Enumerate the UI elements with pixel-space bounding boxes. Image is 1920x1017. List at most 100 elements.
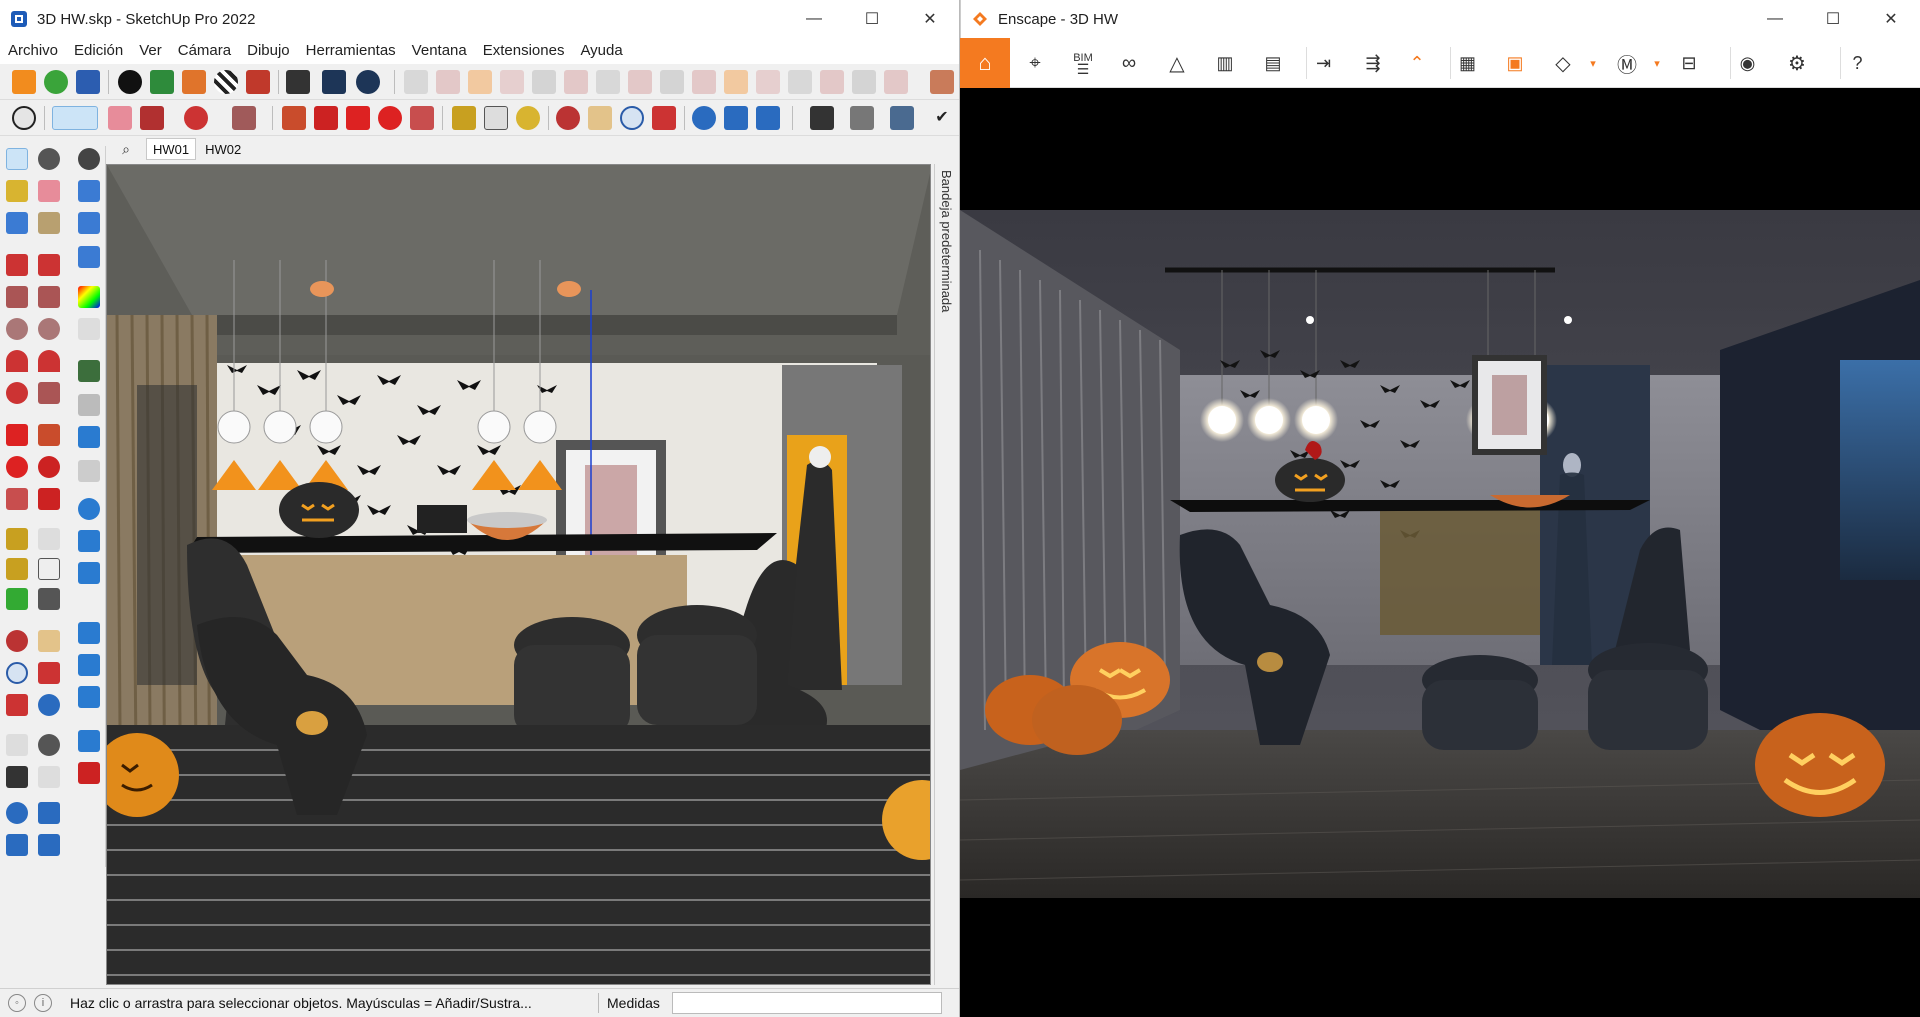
axes-icon[interactable] bbox=[78, 460, 100, 482]
section-plane-icon[interactable] bbox=[890, 106, 914, 130]
dimension-2-icon[interactable] bbox=[6, 558, 28, 580]
flip-icon[interactable] bbox=[78, 654, 100, 676]
lasso-icon[interactable] bbox=[38, 148, 60, 170]
vr-headset-icon[interactable]: ⊟ bbox=[1672, 47, 1706, 79]
menu-camara[interactable]: Cámara bbox=[170, 38, 239, 64]
push-pull-icon[interactable] bbox=[282, 106, 306, 130]
previous-view-icon[interactable] bbox=[38, 694, 60, 716]
arc-icon[interactable] bbox=[184, 106, 208, 130]
extension-icon[interactable] bbox=[38, 802, 60, 824]
bell-icon[interactable]: △ bbox=[1160, 47, 1194, 79]
pan-icon[interactable] bbox=[588, 106, 612, 130]
check-icon[interactable]: ✔ bbox=[930, 106, 954, 130]
sync-views-icon[interactable] bbox=[76, 70, 100, 94]
asset-dropdown-icon[interactable]: ▾ bbox=[1640, 47, 1674, 79]
diamond-icon[interactable]: ◇ bbox=[1546, 47, 1580, 79]
default-tray[interactable]: Bandeja predeterminada bbox=[934, 164, 959, 985]
follow-me-icon[interactable] bbox=[314, 106, 338, 130]
add-icon[interactable] bbox=[118, 70, 142, 94]
asset-library-icon[interactable]: Ⓜ bbox=[1610, 47, 1644, 79]
components-icon[interactable] bbox=[850, 106, 874, 130]
mail-icon[interactable] bbox=[322, 70, 346, 94]
rotate-icon[interactable] bbox=[6, 456, 28, 478]
tape-measure-icon[interactable] bbox=[6, 528, 28, 550]
location-icon[interactable]: ⌖ bbox=[1018, 47, 1052, 79]
terrain-icon[interactable] bbox=[78, 360, 100, 382]
brick-icon[interactable] bbox=[78, 762, 100, 784]
zoom-icon[interactable] bbox=[620, 106, 644, 130]
two-point-arc-icon[interactable] bbox=[38, 350, 60, 372]
export-icon[interactable]: ⇥ bbox=[1306, 47, 1340, 79]
diamond-dropdown-icon[interactable]: ▾ bbox=[1576, 47, 1610, 79]
follow-me-icon[interactable] bbox=[38, 456, 60, 478]
extension-warehouse-icon[interactable] bbox=[724, 106, 748, 130]
offset-icon[interactable] bbox=[38, 488, 60, 510]
freehand-icon[interactable] bbox=[38, 254, 60, 276]
zoom-extents-icon[interactable] bbox=[6, 694, 28, 716]
minimize-button[interactable]: — bbox=[785, 0, 843, 38]
pencil-icon[interactable] bbox=[140, 106, 164, 130]
ext-tool-6-icon[interactable] bbox=[564, 70, 588, 94]
ext-tool-4-icon[interactable] bbox=[500, 70, 524, 94]
sandbox-icon[interactable] bbox=[78, 394, 100, 416]
3d-text-icon[interactable] bbox=[38, 588, 60, 610]
ext-tool-17-icon[interactable] bbox=[930, 70, 954, 94]
layout-icon[interactable] bbox=[756, 106, 780, 130]
component-icon[interactable] bbox=[6, 212, 28, 234]
position-camera-icon[interactable] bbox=[6, 734, 28, 756]
text-icon[interactable] bbox=[38, 558, 60, 580]
help-icon[interactable]: ? bbox=[1840, 47, 1874, 79]
measurements-field[interactable] bbox=[671, 992, 942, 1014]
clapperboard-icon[interactable]: ▤ bbox=[1256, 47, 1290, 79]
move-icon[interactable] bbox=[6, 424, 28, 446]
section-plane-icon[interactable] bbox=[38, 766, 60, 788]
bim-icon[interactable]: BIM ☰ bbox=[1066, 47, 1100, 79]
info-icon[interactable] bbox=[356, 70, 380, 94]
arc-icon[interactable] bbox=[6, 350, 28, 372]
orbit-icon[interactable] bbox=[6, 630, 28, 652]
push-pull-icon[interactable] bbox=[38, 424, 60, 446]
ext-tool-9-icon[interactable] bbox=[660, 70, 684, 94]
close-button[interactable]: ✕ bbox=[901, 0, 959, 38]
top-view-icon[interactable] bbox=[78, 212, 100, 234]
sketchup-viewport[interactable] bbox=[106, 164, 931, 985]
protractor-icon[interactable] bbox=[38, 528, 60, 550]
scale-2-icon[interactable] bbox=[78, 622, 100, 644]
select-tool-icon[interactable] bbox=[52, 106, 98, 130]
ext-tool-3-icon[interactable] bbox=[468, 70, 492, 94]
rectangle-icon[interactable] bbox=[6, 286, 28, 308]
map-icon[interactable]: ▦ bbox=[1450, 47, 1484, 79]
rectangle-icon[interactable] bbox=[232, 106, 256, 130]
search-icon[interactable] bbox=[12, 106, 36, 130]
ext-tool-1-icon[interactable] bbox=[404, 70, 428, 94]
scene-tab-hw01[interactable]: HW01 bbox=[146, 138, 197, 160]
warehouse-icon[interactable] bbox=[692, 106, 716, 130]
ext-tool-7-icon[interactable] bbox=[596, 70, 620, 94]
batch-export-icon[interactable]: ⇶ bbox=[1356, 47, 1390, 79]
color-icon[interactable] bbox=[78, 286, 100, 308]
eraser-icon[interactable] bbox=[38, 180, 60, 202]
ext-tool-11-icon[interactable] bbox=[724, 70, 748, 94]
protractor-2-icon[interactable] bbox=[78, 530, 100, 552]
sun-icon[interactable] bbox=[182, 70, 206, 94]
orbit-icon[interactable] bbox=[556, 106, 580, 130]
pan-icon[interactable] bbox=[38, 630, 60, 652]
scale-icon[interactable] bbox=[410, 106, 434, 130]
style-builder-icon[interactable] bbox=[810, 106, 834, 130]
material-icon[interactable] bbox=[214, 70, 238, 94]
look-around-icon[interactable] bbox=[38, 734, 60, 756]
sketchup-titlebar[interactable]: 3D HW.skp - SketchUp Pro 2022 — ☐ ✕ bbox=[0, 0, 959, 38]
buildings-icon[interactable]: ▥ bbox=[1208, 47, 1242, 79]
ext-tool-15-icon[interactable] bbox=[852, 70, 876, 94]
geolocation-icon[interactable]: ◦ bbox=[8, 994, 26, 1012]
menu-herramientas[interactable]: Herramientas bbox=[298, 38, 404, 64]
binoculars-icon[interactable]: ∞ bbox=[1112, 47, 1146, 79]
line-icon[interactable] bbox=[6, 254, 28, 276]
ext-tool-8-icon[interactable] bbox=[628, 70, 652, 94]
menu-dibujo[interactable]: Dibujo bbox=[239, 38, 298, 64]
ext-tool-13-icon[interactable] bbox=[788, 70, 812, 94]
eye-icon[interactable]: ◉ bbox=[1730, 47, 1764, 79]
scene-tab-hw02[interactable]: HW02 bbox=[198, 138, 249, 160]
grid-icon[interactable] bbox=[78, 686, 100, 708]
paint-icon[interactable] bbox=[6, 180, 28, 202]
